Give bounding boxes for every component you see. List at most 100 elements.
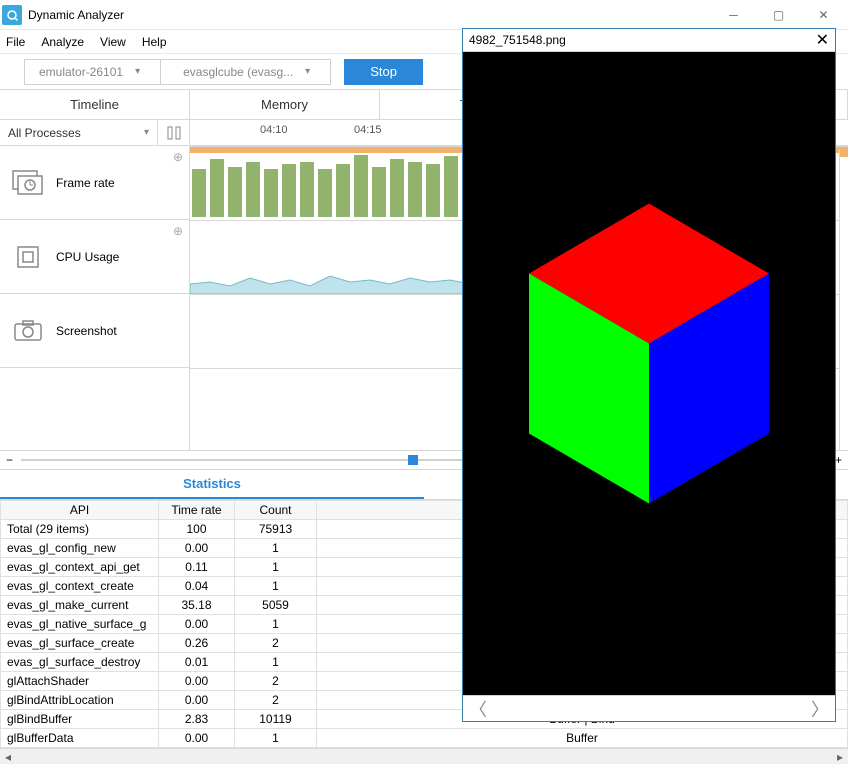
bar	[372, 167, 386, 217]
cell-api: evas_gl_context_api_get	[1, 558, 159, 577]
zoom-out-button[interactable]: −	[6, 453, 13, 467]
preview-titlebar[interactable]: 4982_751548.png ✕	[463, 29, 835, 52]
ruler-tick: 04:15	[354, 124, 382, 136]
menu-file[interactable]: File	[6, 35, 25, 49]
close-button[interactable]: ✕	[801, 1, 846, 29]
preview-nav: 〈 〉	[463, 695, 835, 721]
bar	[336, 164, 350, 217]
col-api[interactable]: API	[1, 501, 159, 520]
cell-api: glBindAttribLocation	[1, 691, 159, 710]
menu-help[interactable]: Help	[142, 35, 167, 49]
col-count[interactable]: Count	[235, 501, 317, 520]
cell-time-rate: 100	[159, 520, 235, 539]
cell-time-rate: 2.83	[159, 710, 235, 729]
bar	[408, 162, 422, 217]
screenshot-preview-window: 4982_751548.png ✕ 〈 〉	[462, 28, 836, 722]
bar	[282, 164, 296, 217]
bar	[318, 169, 332, 217]
menu-analyze[interactable]: Analyze	[41, 35, 84, 49]
table-row[interactable]: glBufferData0.001Buffer	[1, 729, 848, 748]
cell-api: evas_gl_surface_create	[1, 634, 159, 653]
bar	[354, 155, 368, 217]
preview-filename: 4982_751548.png	[469, 33, 566, 47]
right-edge-strip	[839, 150, 848, 450]
cell-count: 10119	[235, 710, 317, 729]
cell-api: glBindBuffer	[1, 710, 159, 729]
camera-icon	[10, 316, 46, 346]
stop-button[interactable]: Stop	[344, 59, 423, 85]
tab-memory[interactable]: Memory	[190, 90, 380, 119]
cell-api: evas_gl_config_new	[1, 539, 159, 558]
process-filter-label: All Processes	[8, 126, 81, 140]
process-filter[interactable]: All Processes ▾	[0, 120, 158, 145]
cell-time-rate: 0.00	[159, 729, 235, 748]
cell-count: 1	[235, 539, 317, 558]
zoom-icon[interactable]: ⊕	[173, 224, 183, 238]
ruler-tick: 04:10	[260, 124, 288, 136]
cpu-icon	[10, 242, 46, 272]
cell-api: evas_gl_native_surface_g	[1, 615, 159, 634]
zoom-icon[interactable]: ⊕	[173, 150, 183, 164]
cell-count: 75913	[235, 520, 317, 539]
horizontal-scrollbar[interactable]: ◂ ▸	[0, 748, 848, 764]
zoom-in-button[interactable]: +	[835, 453, 842, 467]
bar	[192, 169, 206, 217]
card-label: Screenshot	[56, 324, 117, 338]
card-label: Frame rate	[56, 176, 115, 190]
cell-time-rate: 0.00	[159, 539, 235, 558]
tab-statistics[interactable]: Statistics	[0, 470, 424, 499]
col-time-rate[interactable]: Time rate	[159, 501, 235, 520]
bar	[210, 159, 224, 217]
minimize-button[interactable]: ─	[711, 1, 756, 29]
process-selector[interactable]: evasglcube (evasg... ▾	[160, 59, 331, 85]
scroll-left-icon[interactable]: ◂	[0, 750, 16, 764]
card-screenshot[interactable]: Screenshot	[0, 294, 189, 368]
cell-time-rate: 0.00	[159, 672, 235, 691]
bar	[228, 167, 242, 217]
bar	[246, 162, 260, 217]
scroll-right-icon[interactable]: ▸	[832, 750, 848, 764]
frame-rate-icon	[10, 168, 46, 198]
cell-api-type: Buffer	[317, 729, 848, 748]
cell-api: Total (29 items)	[1, 520, 159, 539]
bar	[444, 156, 458, 217]
bar	[390, 159, 404, 217]
bar	[426, 164, 440, 217]
cell-time-rate: 0.00	[159, 691, 235, 710]
cell-count: 1	[235, 615, 317, 634]
maximize-button[interactable]: ▢	[756, 1, 801, 29]
bar	[300, 162, 314, 217]
auto-scroll-toggle[interactable]	[158, 120, 190, 145]
cell-time-rate: 35.18	[159, 596, 235, 615]
cell-count: 2	[235, 672, 317, 691]
chevron-down-icon: ▾	[144, 127, 149, 138]
preview-body	[463, 52, 835, 695]
cube-render	[463, 52, 835, 695]
chevron-down-icon: ▾	[305, 66, 310, 77]
bar	[264, 169, 278, 217]
cell-count: 1	[235, 558, 317, 577]
cell-time-rate: 0.00	[159, 615, 235, 634]
cell-api: evas_gl_context_create	[1, 577, 159, 596]
cell-time-rate: 0.01	[159, 653, 235, 672]
device-label: emulator-26101	[39, 65, 123, 79]
tab-timeline[interactable]: Timeline	[0, 90, 190, 119]
card-frame-rate[interactable]: ⊕ Frame rate	[0, 146, 189, 220]
cell-count: 2	[235, 691, 317, 710]
next-button[interactable]: 〉	[811, 696, 829, 722]
cell-api: evas_gl_make_current	[1, 596, 159, 615]
menu-view[interactable]: View	[100, 35, 126, 49]
device-selector[interactable]: emulator-26101 ▾	[24, 59, 161, 85]
cell-count: 2	[235, 634, 317, 653]
cell-api: glBufferData	[1, 729, 159, 748]
card-cpu-usage[interactable]: ⊕ CPU Usage	[0, 220, 189, 294]
close-icon[interactable]: ✕	[816, 30, 829, 50]
titlebar: Dynamic Analyzer ─ ▢ ✕	[0, 0, 848, 30]
prev-button[interactable]: 〈	[469, 696, 487, 722]
app-icon	[2, 5, 22, 25]
cell-time-rate: 0.26	[159, 634, 235, 653]
cell-time-rate: 0.04	[159, 577, 235, 596]
cell-count: 1	[235, 729, 317, 748]
cell-count: 1	[235, 653, 317, 672]
slider-thumb[interactable]	[408, 455, 418, 465]
